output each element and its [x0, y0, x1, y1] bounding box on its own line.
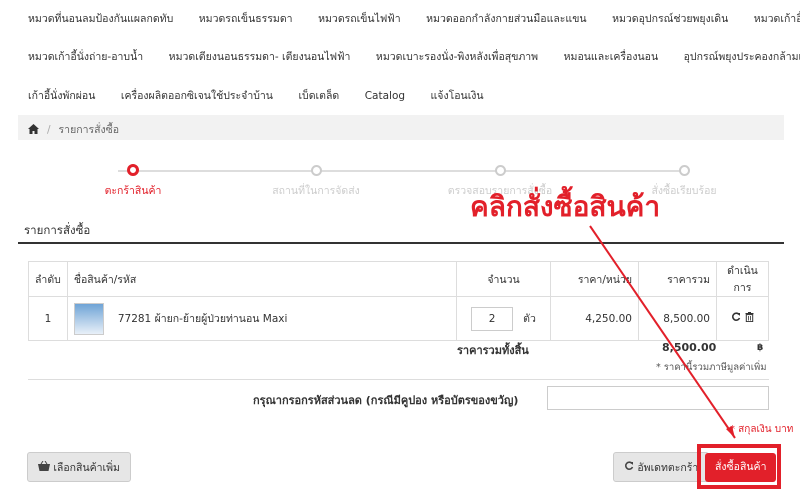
- nav-link-pillows[interactable]: หมอนและเครื่องนอน: [564, 48, 659, 65]
- refresh-icon: [624, 461, 634, 474]
- nav-link-recliners[interactable]: เก้าอี้นั่งพักผ่อน: [28, 87, 95, 104]
- step-label: สถานที่ในการจัดส่ง: [272, 185, 360, 197]
- nav-link-oxygen[interactable]: เครื่องผลิตออกซิเจนใช้ประจำบ้าน: [121, 87, 273, 104]
- step-label: ตะกร้าสินค้า: [104, 185, 162, 197]
- nav-link-misc[interactable]: เบ็ดเตล็ด: [298, 87, 339, 104]
- qty-unit: ตัว: [523, 312, 536, 325]
- currency-note: * สกุลเงิน บาท: [730, 424, 794, 435]
- col-header-actions: ดำเนินการ: [716, 261, 769, 297]
- trash-icon[interactable]: [745, 312, 754, 325]
- nav-link-supports[interactable]: อุปกรณ์พยุงประคองกล้ามเนื้อ: [684, 48, 800, 65]
- section-divider: [18, 242, 784, 244]
- currency-symbol: ฿: [757, 343, 764, 353]
- promo-code-input[interactable]: [547, 386, 769, 410]
- nav-row-3: เก้าอี้นั่งพักผ่อน เครื่องผลิตออกซิเจนใช…: [28, 87, 506, 104]
- section-title: รายการสั่งซื้อ: [24, 223, 91, 237]
- refresh-icon[interactable]: [731, 312, 741, 325]
- nav-link-walking-aids[interactable]: หมวดอุปกรณ์ช่วยพยุงเดิน: [612, 10, 728, 27]
- quantity-input[interactable]: 2: [471, 306, 514, 331]
- col-header-no: ลำดับ: [28, 261, 68, 297]
- step-cart: ตะกร้าสินค้า: [63, 160, 203, 199]
- summary-divider: [28, 379, 769, 380]
- product-thumbnail[interactable]: [73, 302, 104, 335]
- col-header-qty: จำนวน: [456, 261, 551, 297]
- nav-link-wheelchair[interactable]: หมวดรถเข็นธรรมดา: [199, 10, 293, 27]
- step-dot: [310, 165, 322, 176]
- step-dot: [494, 165, 506, 176]
- breadcrumb-separator: /: [47, 124, 51, 136]
- nav-row-2: หมวดเก้าอี้นั่งถ่าย-อาบน้ำ หมวดเตียงนอนธ…: [28, 48, 800, 65]
- continue-shopping-button[interactable]: เลือกสินค้าเพิ่ม: [27, 452, 131, 482]
- nav-link-catalog[interactable]: Catalog: [365, 90, 405, 102]
- continue-shopping-label: เลือกสินค้าเพิ่ม: [53, 462, 120, 474]
- update-cart-button[interactable]: อัพเดทตะกร้า: [613, 452, 710, 482]
- breadcrumb: / รายการสั่งซื้อ: [18, 115, 784, 140]
- home-icon[interactable]: [28, 124, 39, 134]
- col-header-unit-price: ราคา/หน่วย: [550, 261, 639, 297]
- nav-row-1: หมวดที่นอนลมป้องกันแผลกดทับ หมวดรถเข็นธร…: [28, 10, 800, 27]
- table-header-row: ลำดับ ชื่อสินค้า/รหัส จำนวน ราคา/หน่วย ร…: [28, 261, 769, 297]
- step-dot: [127, 164, 139, 176]
- vat-note: * ราคานี้รวมภาษีมูลค่าเพิ่ม: [656, 362, 767, 373]
- nav-link-shower-commode[interactable]: หมวดเก้าอี้นั่งถ่าย-อาบน้ำ: [28, 48, 143, 65]
- update-cart-label: อัพเดทตะกร้า: [637, 462, 699, 474]
- row-qty: 2 ตัว: [456, 296, 551, 341]
- breadcrumb-current: รายการสั่งซื้อ: [58, 124, 120, 136]
- table-row: 1 77281 ผ้ายก-ย้ายผู้ป่วยท่านอน Maxi 2 ตั…: [28, 296, 769, 341]
- nav-link-arm-exercise[interactable]: หมวดออกกำลังกายส่วนมือและแขน: [426, 10, 586, 27]
- checkout-steps: ตะกร้าสินค้า สถานที่ในการจัดส่ง ตรวจสอบร…: [18, 160, 784, 200]
- col-header-total: ราคารวม: [638, 261, 717, 297]
- promo-code-label: กรุณากรอกรหัสส่วนลด (กรณีมีคูปอง หรือบัต…: [253, 394, 519, 407]
- grand-total-label: ราคารวมทั้งสิ้น: [457, 344, 529, 357]
- step-dot: [678, 165, 690, 176]
- nav-link-commode-chair[interactable]: หมวดเก้าอี้นั่งถ่าย: [754, 10, 800, 27]
- grand-total-value: 8,500.00: [662, 341, 717, 354]
- basket-icon: [38, 460, 50, 474]
- col-header-name: ชื่อสินค้า/รหัส: [66, 261, 458, 297]
- nav-link-payment-notify[interactable]: แจ้งโอนเงิน: [431, 87, 484, 104]
- nav-link-electric-wheelchair[interactable]: หมวดรถเข็นไฟฟ้า: [318, 10, 401, 27]
- cart-table: ลำดับ ชื่อสินค้า/รหัส จำนวน ราคา/หน่วย ร…: [28, 261, 769, 341]
- nav-link-cushions[interactable]: หมวดเบาะรองนั่ง-พิงหลังเพื่อสุขภาพ: [376, 48, 538, 65]
- step-shipping: สถานที่ในการจัดส่ง: [246, 160, 386, 199]
- row-total: 8,500.00: [638, 296, 717, 341]
- row-unit-price: 4,250.00: [550, 296, 639, 341]
- row-actions: [716, 296, 769, 341]
- category-nav: หมวดที่นอนลมป้องกันแผลกดทับ หมวดรถเข็นธร…: [18, 0, 800, 110]
- row-product: 77281 ผ้ายก-ย้ายผู้ป่วยท่านอน Maxi: [66, 296, 458, 341]
- nav-link-beds[interactable]: หมวดเตียงนอนธรรมดา- เตียงนอนไฟฟ้า: [169, 48, 351, 65]
- place-order-button[interactable]: สั่งซื้อสินค้า: [705, 453, 777, 482]
- callout-text: คลิกสั่งซื้อสินค้า: [470, 190, 661, 223]
- row-no: 1: [28, 296, 68, 341]
- product-name[interactable]: 77281 ผ้ายก-ย้ายผู้ป่วยท่านอน Maxi: [118, 313, 288, 325]
- nav-link-air-mattress[interactable]: หมวดที่นอนลมป้องกันแผลกดทับ: [28, 10, 173, 27]
